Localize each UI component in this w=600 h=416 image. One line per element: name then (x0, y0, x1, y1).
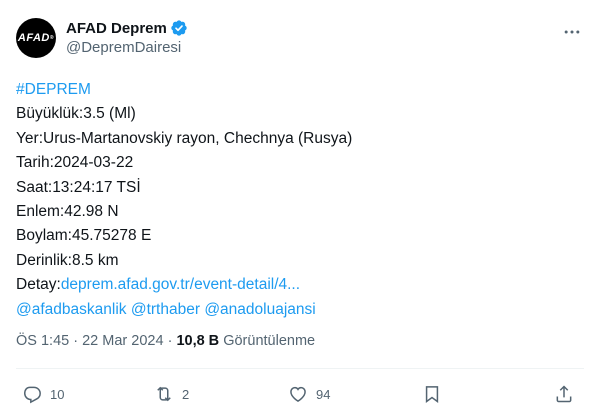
verified-badge-icon (170, 19, 188, 37)
latitude-line: Enlem:42.98 N (16, 202, 119, 220)
avatar[interactable]: AFAD ® (16, 18, 56, 58)
divider (16, 368, 584, 369)
reply-count: 10 (50, 386, 65, 402)
tweet-time[interactable]: ÖS 1:45 (16, 333, 69, 349)
tweet-date[interactable]: 22 Mar 2024 (82, 333, 163, 349)
bookmark-icon (425, 386, 439, 403)
magnitude-line: Büyüklük:3.5 (Ml) (16, 105, 136, 123)
reply-button[interactable]: 10 (22, 378, 64, 410)
detail-link[interactable]: deprem.afad.gov.tr/event-detail/4... (61, 276, 300, 293)
action-bar: 10 2 94 (16, 378, 584, 410)
heart-icon (290, 386, 306, 402)
views-label: Görüntülenme (223, 333, 316, 349)
reply-icon (23, 386, 41, 404)
detail-label: Detay: (16, 276, 61, 294)
meta-separator: · (167, 333, 173, 349)
mention-link[interactable]: @anadoluajansi (204, 301, 315, 318)
hashtag-link[interactable]: #DEPREM (16, 81, 91, 98)
mentions-line: @afadbaskanlik @trthaber @anadoluajansi (16, 298, 584, 322)
date-line: Tarih:2024-03-22 (16, 154, 134, 172)
tweet-card: AFAD ® AFAD Deprem @DepremDairesi #DEPREM… (0, 0, 600, 416)
handle[interactable]: @DepremDairesi (66, 39, 188, 56)
mention-link[interactable]: @afadbaskanlik (16, 301, 127, 318)
more-options-icon[interactable] (560, 20, 584, 44)
longitude-line: Boylam:45.75278 E (16, 227, 152, 245)
place-line: Yer:Urus-Martanovskiy rayon, Chechnya (R… (16, 129, 353, 147)
bookmark-button[interactable] (422, 378, 442, 410)
avatar-text: AFAD (17, 32, 50, 44)
retweet-icon (157, 386, 171, 402)
tweet-meta: ÖS 1:45 · 22 Mar 2024 · 10,8 B Görüntüle… (16, 333, 315, 349)
tweet-body: #DEPREM Büyüklük:3.5 (Ml) Yer:Urus-Marta… (16, 78, 584, 322)
mention-link[interactable]: @trthaber (131, 301, 200, 318)
display-name-row: AFAD Deprem (66, 18, 188, 38)
avatar-reg-mark: ® (49, 35, 55, 41)
display-name[interactable]: AFAD Deprem (66, 20, 167, 37)
meta-separator: · (73, 333, 79, 349)
detail-line: Detay:deprem.afad.gov.tr/event-detail/4.… (16, 273, 584, 297)
retweet-button[interactable]: 2 (154, 378, 189, 410)
depth-line: Derinlik:8.5 km (16, 251, 119, 269)
views-count: 10,8 B (176, 333, 220, 349)
share-icon (556, 385, 572, 403)
like-button[interactable]: 94 (288, 378, 330, 410)
time-line: Saat:13:24:17 TSİ (16, 178, 141, 196)
retweet-count: 2 (182, 386, 190, 402)
share-button[interactable] (554, 378, 574, 410)
like-count: 94 (316, 386, 331, 402)
author-names: AFAD Deprem @DepremDairesi (66, 18, 188, 56)
tweet-header: AFAD ® AFAD Deprem @DepremDairesi (16, 14, 584, 58)
